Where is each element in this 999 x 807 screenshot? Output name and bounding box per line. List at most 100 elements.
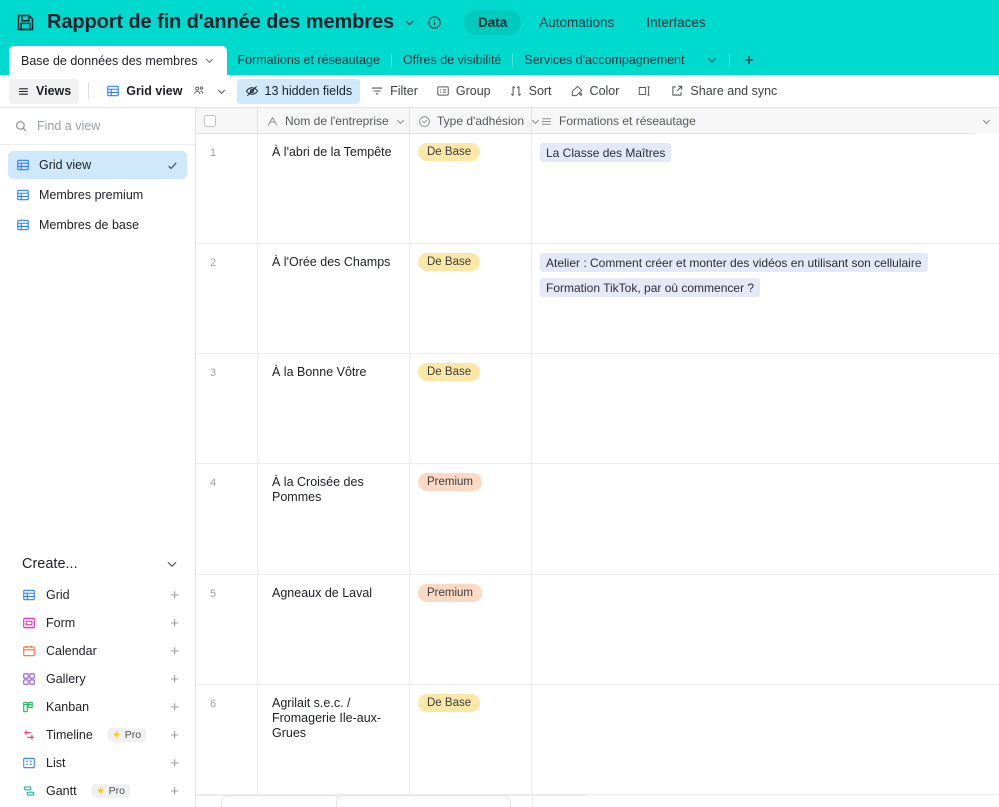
cell-nom-de-l-entreprise[interactable]: À l'abri de la Tempête bbox=[258, 134, 410, 243]
cell-nom-de-l-entreprise[interactable]: À la Bonne Vôtre bbox=[258, 354, 410, 463]
create-item-gallery[interactable]: Gallery + bbox=[0, 665, 195, 693]
chevron-down-icon[interactable] bbox=[204, 55, 215, 66]
table-row[interactable]: 4À la Croisée des Pommes Premium bbox=[196, 464, 999, 575]
tab-formations-et-reseautage[interactable]: Formations et réseautage bbox=[227, 44, 391, 75]
views-button[interactable]: Views bbox=[9, 78, 80, 104]
group-icon bbox=[436, 84, 450, 98]
cell-formations-et-reseautage[interactable]: La Classe des Maîtres bbox=[532, 134, 999, 243]
color-button[interactable]: Color bbox=[562, 79, 628, 104]
tab-offres-de-visibilite[interactable]: Offres de visibilité bbox=[392, 44, 512, 75]
cell-nom-de-l-entreprise[interactable]: À la Croisée des Pommes bbox=[258, 464, 410, 574]
kanban-icon bbox=[22, 700, 36, 714]
linked-record-chip[interactable]: La Classe des Maîtres bbox=[540, 143, 672, 162]
cell-nom-de-l-entreprise[interactable]: Agneaux de Laval bbox=[258, 575, 410, 684]
top-nav-data[interactable]: Data bbox=[464, 9, 522, 35]
cell-formations-et-reseautage[interactable] bbox=[532, 464, 999, 574]
linked-record-chip[interactable]: Atelier : Comment créer et monter des vi… bbox=[540, 253, 928, 272]
sidebar-item-membres-premium[interactable]: Membres premium bbox=[8, 181, 187, 209]
add-list-button[interactable]: + bbox=[170, 756, 179, 771]
cell-formations-et-reseautage[interactable]: Atelier : Comment créer et monter des vi… bbox=[532, 244, 999, 353]
text-field-icon bbox=[266, 115, 279, 128]
search-input[interactable]: Find a view bbox=[37, 119, 100, 133]
cell-type-d-adhesion[interactable]: De Base bbox=[410, 244, 532, 353]
add-kanban-button[interactable]: + bbox=[170, 700, 179, 715]
row-number: 4 bbox=[196, 464, 258, 574]
sparkle-icon bbox=[95, 786, 106, 797]
share-label: Share and sync bbox=[690, 84, 778, 98]
create-item-calendar[interactable]: Calendar + bbox=[0, 637, 195, 665]
sort-button[interactable]: Sort bbox=[501, 79, 560, 104]
row-number: 2 bbox=[196, 244, 258, 353]
add-grid-button[interactable]: + bbox=[170, 588, 179, 603]
status-badge: De Base bbox=[418, 143, 481, 161]
add-gantt-button[interactable]: + bbox=[170, 784, 179, 799]
create-item-list[interactable]: List + bbox=[0, 749, 195, 777]
cell-type-d-adhesion[interactable]: De Base bbox=[410, 685, 532, 794]
save-icon[interactable] bbox=[14, 11, 36, 33]
cell-nom-de-l-entreprise[interactable]: Agrilait s.e.c. / Fromagerie Ile-aux-Gru… bbox=[258, 685, 410, 794]
create-item-label: Gallery bbox=[46, 672, 86, 686]
group-button[interactable]: Group bbox=[428, 79, 499, 104]
chevron-down-icon[interactable] bbox=[403, 16, 416, 29]
sidebar-item-membres-de-base[interactable]: Membres de base bbox=[8, 211, 187, 239]
grid-header-overflow-chevron[interactable] bbox=[973, 108, 999, 134]
sidebar-item-grid-view[interactable]: Grid view bbox=[8, 151, 187, 179]
chevron-down-icon[interactable] bbox=[165, 557, 179, 571]
search-icon bbox=[14, 119, 28, 133]
checkbox-icon[interactable] bbox=[204, 115, 216, 127]
add-table-button[interactable] bbox=[730, 44, 768, 75]
create-item-timeline[interactable]: Timeline Pro + bbox=[0, 721, 195, 749]
cell-formations-et-reseautage[interactable] bbox=[532, 685, 999, 794]
cell-formations-et-reseautage[interactable] bbox=[532, 575, 999, 684]
row-height-button[interactable] bbox=[629, 79, 660, 104]
grid-view-button[interactable]: Grid view bbox=[98, 79, 234, 104]
column-header-formations-et-reseautage[interactable]: Formations et réseautage bbox=[532, 108, 999, 134]
create-item-grid[interactable]: Grid + bbox=[0, 581, 195, 609]
table-row[interactable]: 5 Agneaux de Laval Premium bbox=[196, 575, 999, 685]
cell-type-d-adhesion[interactable]: De Base bbox=[410, 134, 532, 243]
tab-overflow-button[interactable] bbox=[695, 44, 729, 75]
sparkle-icon bbox=[111, 730, 122, 741]
share-and-sync-button[interactable]: Share and sync bbox=[662, 79, 785, 104]
add-gallery-button[interactable]: + bbox=[170, 672, 179, 687]
linked-record-chip[interactable]: Formation TikTok, par où commencer ? bbox=[540, 278, 761, 297]
top-nav: Data Automations Interfaces bbox=[464, 9, 720, 35]
find-a-view-row[interactable]: Find a view bbox=[0, 108, 195, 145]
table-row[interactable]: 6 Agrilait s.e.c. / Fromagerie Ile-aux-Gr… bbox=[196, 685, 999, 795]
top-nav-interfaces[interactable]: Interfaces bbox=[632, 10, 719, 35]
tab-base-de-donnees-des-membres[interactable]: Base de données des membres bbox=[9, 46, 227, 75]
create-item-kanban[interactable]: Kanban + bbox=[0, 693, 195, 721]
cell-type-d-adhesion[interactable]: Premium bbox=[410, 575, 532, 684]
info-icon[interactable] bbox=[427, 15, 442, 30]
group-label: Group bbox=[455, 84, 491, 98]
table-row[interactable]: 1À l'abri de la Tempête De Base La Classe … bbox=[196, 134, 999, 244]
create-section-header[interactable]: Create... bbox=[0, 547, 195, 581]
cell-type-d-adhesion[interactable]: De Base bbox=[410, 354, 532, 463]
table-row[interactable]: 3À la Bonne Vôtre De Base bbox=[196, 354, 999, 464]
cell-formations-et-reseautage[interactable] bbox=[532, 354, 999, 463]
chevron-down-icon[interactable] bbox=[216, 86, 227, 97]
single-select-icon bbox=[418, 115, 431, 128]
column-header-nom-de-l-entreprise[interactable]: Nom de l'entreprise bbox=[258, 108, 410, 134]
grid-icon bbox=[16, 158, 30, 172]
add-form-button[interactable]: + bbox=[170, 616, 179, 631]
top-nav-automations[interactable]: Automations bbox=[525, 10, 628, 35]
create-item-form[interactable]: Form + bbox=[0, 609, 195, 637]
column-header-type-d-adhesion[interactable]: Type d'adhésion bbox=[410, 108, 540, 134]
filter-button[interactable]: Filter bbox=[362, 79, 426, 104]
create-item-label: Gantt bbox=[46, 784, 77, 798]
eye-slash-icon bbox=[245, 84, 259, 98]
add-timeline-button[interactable]: + bbox=[170, 728, 179, 743]
table-row[interactable]: 2À l'Orée des Champs De Base Atelier : Com… bbox=[196, 244, 999, 354]
cell-nom-de-l-entreprise[interactable]: À l'Orée des Champs bbox=[258, 244, 410, 353]
add-calendar-button[interactable]: + bbox=[170, 644, 179, 659]
toolbar-divider bbox=[88, 83, 90, 99]
select-all-cell[interactable] bbox=[196, 108, 258, 134]
chevron-down-icon[interactable] bbox=[395, 116, 406, 127]
cell-type-d-adhesion[interactable]: Premium bbox=[410, 464, 532, 574]
hidden-fields-button[interactable]: 13 hidden fields bbox=[236, 78, 361, 104]
create-item-gantt[interactable]: Gantt Pro + bbox=[0, 777, 195, 805]
tab-services-d-accompagnement[interactable]: Services d'accompagnement bbox=[513, 44, 695, 75]
pro-label: Pro bbox=[108, 785, 125, 797]
sidebar-item-label: Membres de base bbox=[39, 218, 140, 232]
